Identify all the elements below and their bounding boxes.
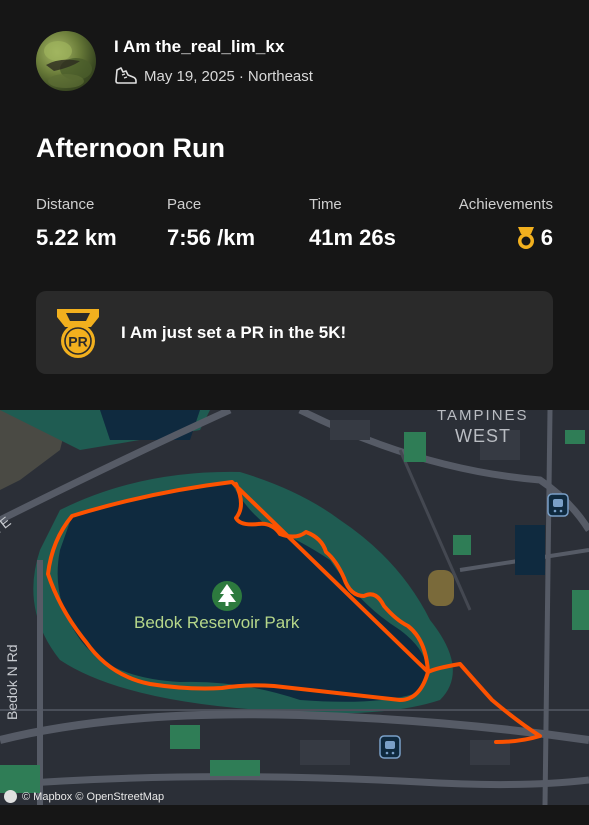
stat-label: Achievements bbox=[458, 196, 553, 213]
avatar[interactable] bbox=[36, 31, 96, 91]
map-area-label: WEST bbox=[455, 426, 511, 446]
activity-location: Northeast bbox=[247, 67, 313, 85]
train-station-icon bbox=[547, 493, 569, 517]
map-canvas bbox=[0, 410, 589, 805]
stat-pace: Pace 7:56 /km bbox=[167, 196, 255, 251]
stat-label: Pace bbox=[167, 196, 202, 213]
pr-badge-text: PR bbox=[68, 334, 87, 350]
medal-icon bbox=[517, 227, 534, 249]
mapbox-logo-icon bbox=[4, 790, 17, 803]
attribution-text: © Mapbox © OpenStreetMap bbox=[22, 790, 165, 803]
activity-meta: May 19, 2025 · Northeast bbox=[114, 66, 313, 86]
pr-card[interactable]: PR I Am just set a PR in the 5K! bbox=[36, 291, 553, 374]
stat-distance: Distance 5.22 km bbox=[36, 196, 117, 251]
pr-medal-icon: PR bbox=[57, 309, 99, 358]
stat-label: Time bbox=[309, 196, 342, 213]
footer-strip bbox=[0, 805, 589, 825]
stat-value: 5.22 km bbox=[36, 225, 117, 250]
stat-value: 7:56 /km bbox=[167, 225, 256, 250]
map-attribution[interactable]: © Mapbox © OpenStreetMap bbox=[4, 790, 164, 803]
athlete-name[interactable]: I Am the_real_lim_kx bbox=[114, 37, 285, 57]
train-station-icon bbox=[379, 735, 401, 759]
map-park-label: Bedok Reservoir Park bbox=[134, 613, 300, 632]
meta-separator: · bbox=[238, 67, 244, 85]
activity-title[interactable]: Afternoon Run bbox=[36, 133, 225, 164]
pr-message: I Am just set a PR in the 5K! bbox=[121, 323, 347, 342]
tree-icon bbox=[212, 581, 242, 611]
stat-time: Time 41m 26s bbox=[309, 196, 396, 251]
stat-achievements[interactable]: Achievements 6 bbox=[459, 196, 553, 251]
map-area-label: TAMPINES bbox=[437, 410, 529, 424]
stat-label: Distance bbox=[36, 196, 95, 213]
activity-header: I Am the_real_lim_kx May 19, 2025 · Nort… bbox=[0, 0, 589, 410]
run-shoe-icon bbox=[115, 67, 137, 84]
map-road-label: Bedok N Rd bbox=[4, 644, 20, 720]
activity-date: May 19, 2025 bbox=[144, 67, 235, 85]
stat-value: 41m 26s bbox=[309, 225, 396, 250]
route-map[interactable]: TAMPINES WEST Bedok Reservoir Park Bedok… bbox=[0, 410, 589, 805]
achievements-count: 6 bbox=[540, 225, 553, 250]
achievements-value-row: 6 bbox=[459, 225, 553, 251]
